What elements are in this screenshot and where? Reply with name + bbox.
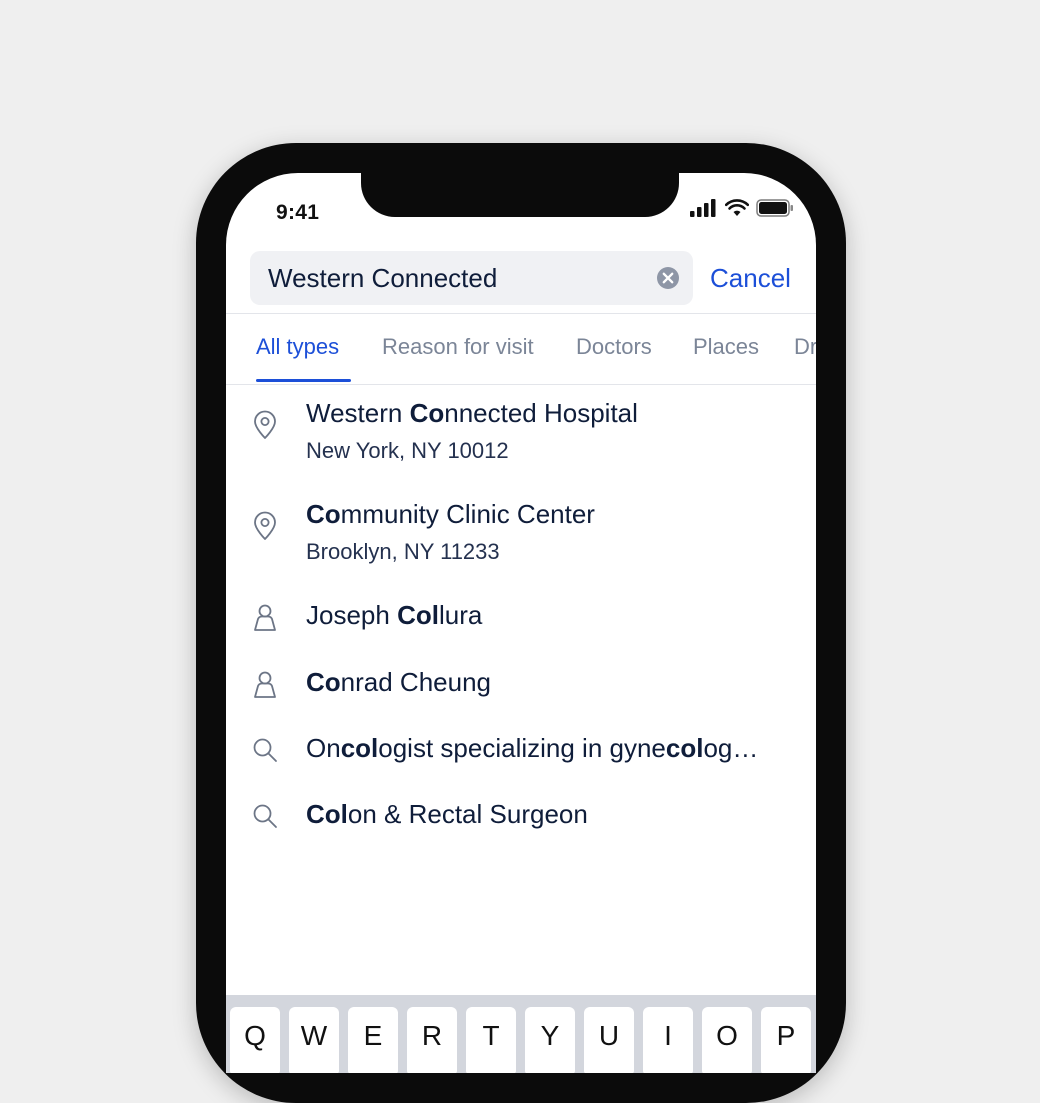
- status-icons: [690, 199, 794, 217]
- tab-all-types[interactable]: All types: [256, 314, 339, 382]
- title-text: Joseph: [306, 600, 398, 630]
- result-subtitle: Brooklyn, NY 11233: [306, 539, 500, 564]
- title-text: ogist specializing in gyne: [378, 733, 666, 763]
- key-q[interactable]: Q: [230, 1007, 280, 1073]
- clear-icon[interactable]: [656, 266, 680, 290]
- key-i[interactable]: I: [643, 1007, 693, 1073]
- title-text: mmunity Clinic Center: [340, 499, 595, 529]
- result-title: Conrad Cheung: [306, 667, 786, 698]
- list-item[interactable]: Community Clinic Center Brooklyn, NY 112…: [226, 499, 816, 589]
- match-highlight: Col: [306, 799, 348, 829]
- title-text: lura: [438, 600, 483, 630]
- person-icon: [254, 604, 276, 631]
- battery-icon: [756, 199, 793, 217]
- key-o[interactable]: O: [702, 1007, 752, 1073]
- key-y[interactable]: Y: [525, 1007, 575, 1073]
- match-highlight: Co: [306, 667, 341, 697]
- match-highlight: Co: [409, 398, 445, 428]
- tab-drugs[interactable]: Dr: [794, 314, 816, 382]
- search-input[interactable]: [268, 251, 648, 305]
- notch: [361, 173, 679, 217]
- wifi-icon: [725, 199, 749, 216]
- active-tab-indicator: [256, 379, 351, 382]
- key-w[interactable]: W: [289, 1007, 339, 1073]
- result-subtitle: New York, NY 10012: [306, 438, 509, 463]
- location-pin-icon: [254, 410, 276, 439]
- search-row: Cancel: [250, 251, 794, 305]
- match-highlight: col: [340, 733, 379, 763]
- search-icon: [253, 738, 277, 762]
- match-highlight: Co: [306, 499, 341, 529]
- list-item[interactable]: Western Connected Hospital New York, NY …: [226, 398, 816, 488]
- result-title: Oncologist specializing in gynecolog…: [306, 733, 786, 764]
- keyboard: Q W E R T Y U I O P: [226, 995, 816, 1073]
- match-highlight: Col: [397, 600, 439, 630]
- title-text: nrad Cheung: [340, 667, 492, 697]
- key-p[interactable]: P: [761, 1007, 811, 1073]
- list-item[interactable]: Joseph Collura: [226, 600, 816, 650]
- result-title: Joseph Collura: [306, 600, 786, 631]
- signal-icon: [690, 199, 716, 217]
- match-highlight: col: [665, 733, 704, 763]
- key-e[interactable]: E: [348, 1007, 398, 1073]
- location-pin-icon: [254, 511, 276, 540]
- search-icon: [253, 804, 277, 828]
- screen: 9:41 Western Connected Cancel All types …: [226, 173, 816, 1073]
- title-text: og…: [703, 733, 759, 763]
- cancel-button[interactable]: Cancel: [710, 251, 791, 305]
- key-r[interactable]: R: [407, 1007, 457, 1073]
- result-title: Colon & Rectal Surgeon: [306, 799, 786, 830]
- title-text: on & Rectal Surgeon: [347, 799, 588, 829]
- filter-tabs: All types Reason for visit Doctors Place…: [226, 313, 816, 385]
- list-item[interactable]: Oncologist specializing in gynecolog…: [226, 733, 816, 783]
- list-item[interactable]: Colon & Rectal Surgeon: [226, 799, 816, 849]
- result-title: Community Clinic Center: [306, 499, 786, 530]
- person-icon: [254, 671, 276, 698]
- phone-frame: 9:41 Western Connected Cancel All types …: [196, 143, 846, 1103]
- search-box: [250, 251, 693, 305]
- tab-reason-for-visit[interactable]: Reason for visit: [382, 314, 534, 382]
- key-t[interactable]: T: [466, 1007, 516, 1073]
- tab-places[interactable]: Places: [693, 314, 759, 382]
- status-time: 9:41: [276, 201, 320, 224]
- list-item[interactable]: Conrad Cheung: [226, 667, 816, 717]
- title-text: On: [306, 733, 341, 763]
- title-text: Western: [306, 398, 410, 428]
- result-title: Western Connected Hospital: [306, 398, 786, 429]
- tab-doctors[interactable]: Doctors: [576, 314, 652, 382]
- title-text: nnected Hospital: [444, 398, 638, 428]
- key-u[interactable]: U: [584, 1007, 634, 1073]
